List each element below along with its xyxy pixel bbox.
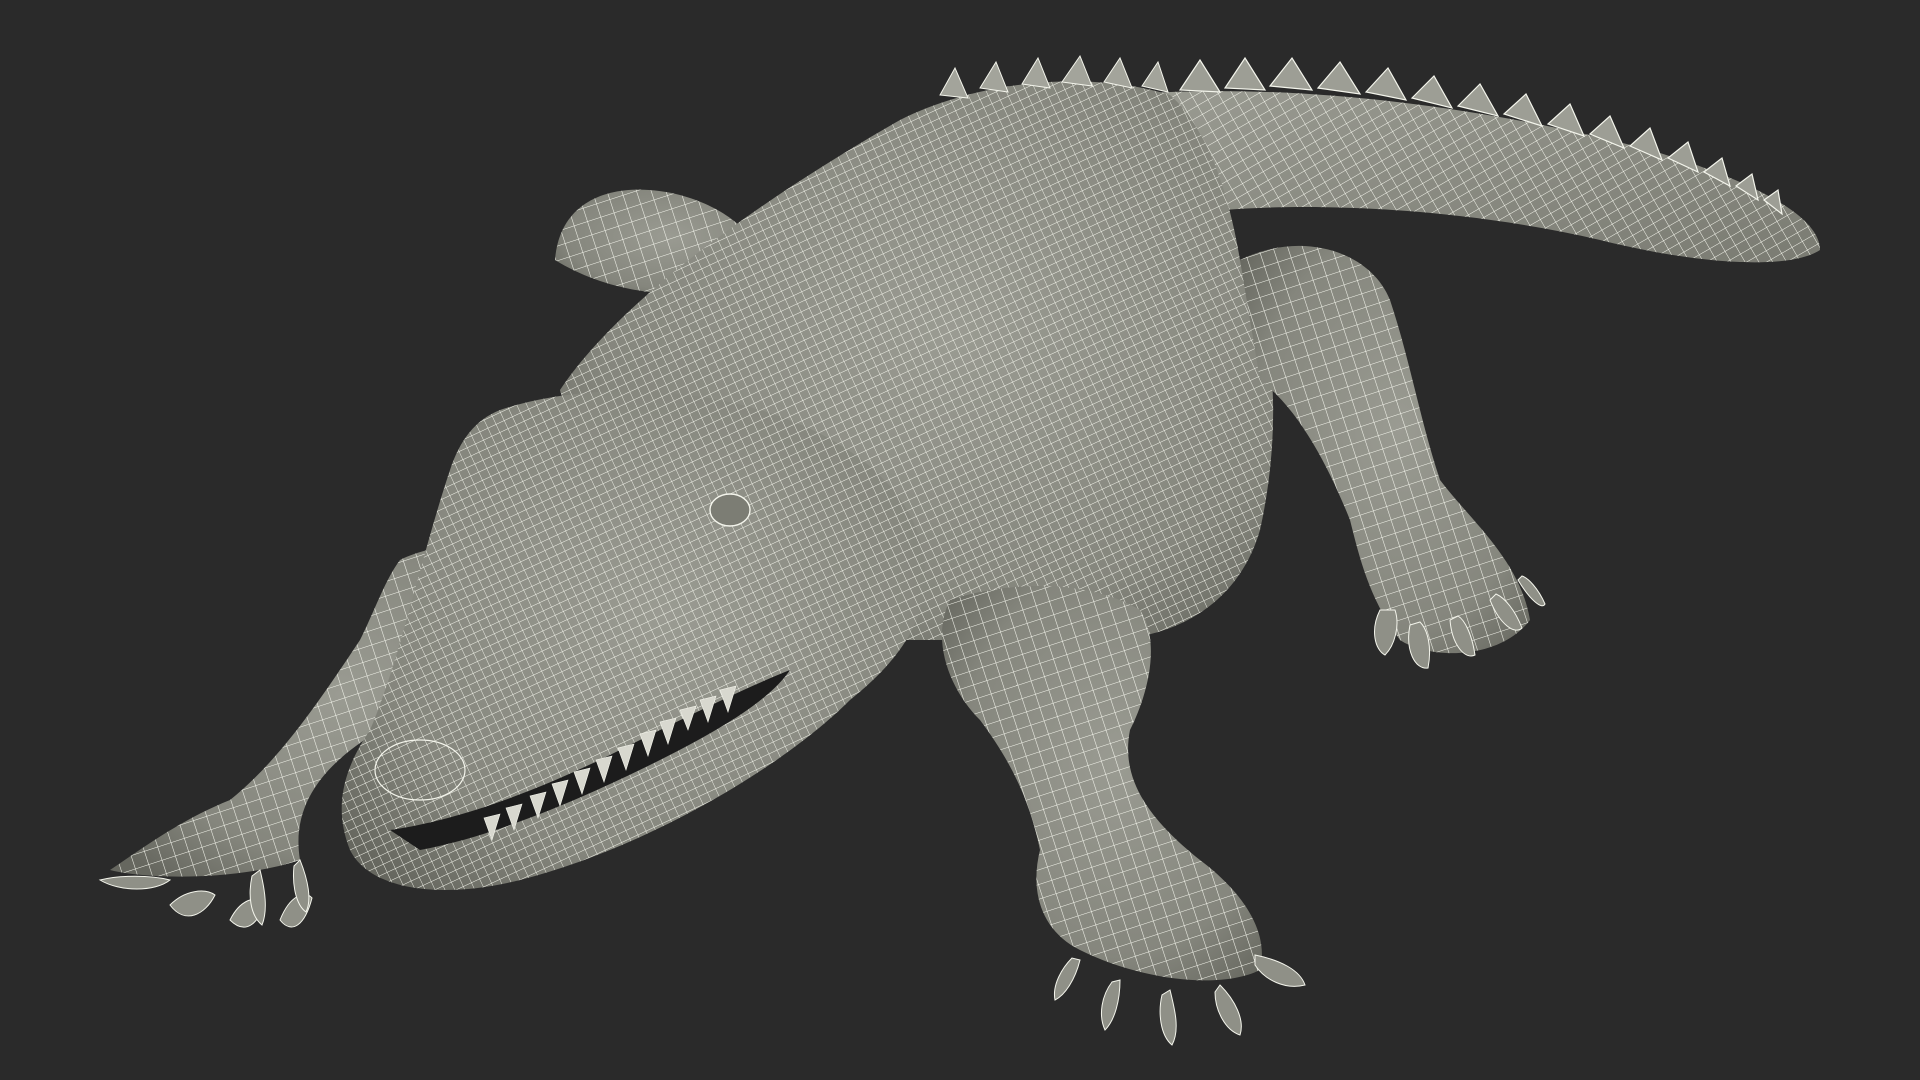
near-hind-leg <box>1240 245 1546 669</box>
render-viewport <box>0 0 1920 1080</box>
near-front-leg <box>941 586 1306 1046</box>
crocodile-render <box>98 54 1820 1046</box>
head <box>341 391 926 890</box>
eye <box>709 493 751 527</box>
